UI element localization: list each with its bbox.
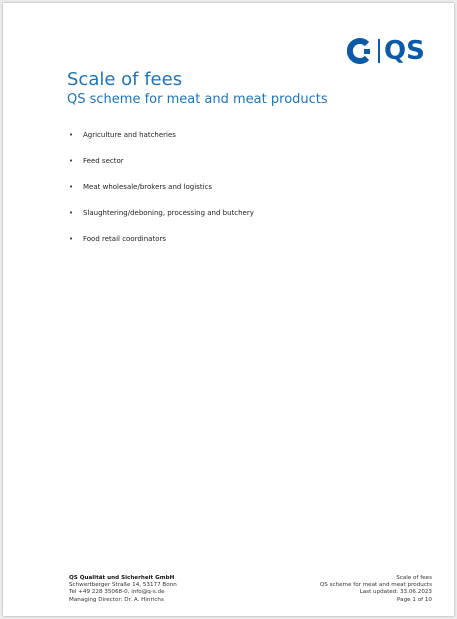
bullet-icon: • [69, 235, 74, 243]
document-page: QS Scale of fees QS scheme for meat and … [3, 3, 454, 616]
qs-q-mark-icon [347, 38, 370, 64]
footer-doc-title: Scale of fees [396, 575, 432, 581]
list-item: • Feed sector [69, 156, 254, 182]
logo-separator [378, 39, 380, 63]
bullet-icon: • [69, 131, 74, 139]
footer-address: Schwertberger Straße 14, 53177 Bonn [69, 582, 177, 589]
qs-logo: QS [347, 37, 425, 65]
footer-document-info: Scale of fees QS scheme for meat and mea… [320, 575, 432, 604]
bullet-icon: • [69, 209, 74, 217]
list-item: • Meat wholesale/brokers and logistics [69, 182, 254, 208]
list-item: • Food retail coordinators [69, 234, 254, 260]
footer-contact: Tel +49 228 35068-0, info@q-s.de [69, 589, 165, 596]
footer-company-info: QS Qualität und Sicherheit GmbH Schwertb… [69, 575, 177, 604]
footer-doc-scheme: QS scheme for meat and meat products [319, 582, 432, 589]
bullet-icon: • [69, 183, 74, 191]
list-item: • Agriculture and hatcheries [69, 130, 254, 156]
bullet-icon: • [69, 157, 74, 165]
logo-text: QS [384, 36, 425, 66]
footer-last-updated: Last updated: 33.06.2023 [359, 589, 432, 596]
document-subtitle: QS scheme for meat and meat products [67, 92, 328, 107]
list-item-label: Meat wholesale/brokers and logistics [83, 183, 213, 191]
footer-page-number: Page 1 of 10 [397, 596, 432, 603]
scope-list: • Agriculture and hatcheries • Feed sect… [69, 130, 254, 260]
list-item-label: Agriculture and hatcheries [83, 131, 176, 139]
footer-director: Managing Director: Dr. A. Hinrichs [69, 596, 164, 603]
list-item: • Slaughtering/deboning, processing and … [69, 208, 254, 234]
list-item-label: Slaughtering/deboning, processing and bu… [83, 209, 254, 217]
document-title: Scale of fees [67, 69, 183, 90]
footer-company-name: QS Qualität und Sicherheit GmbH [69, 575, 175, 581]
list-item-label: Food retail coordinators [83, 235, 167, 243]
list-item-label: Feed sector [83, 157, 124, 165]
